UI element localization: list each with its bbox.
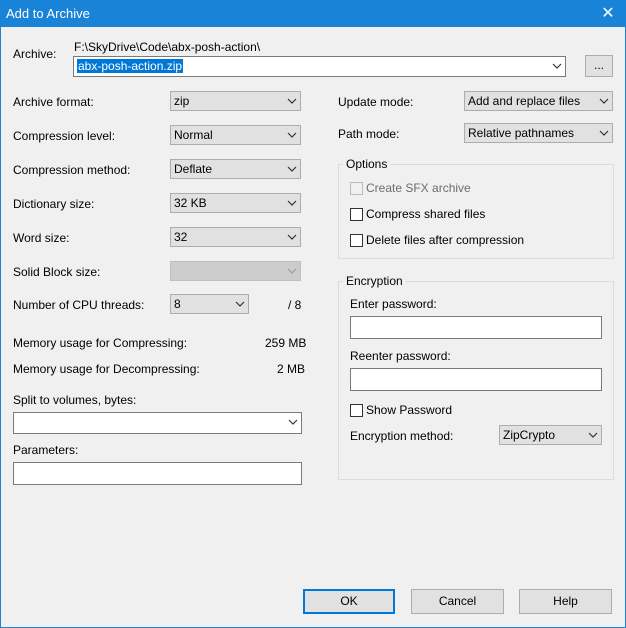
close-icon[interactable]: ✕ [591, 1, 625, 27]
cpu-threads-label: Number of CPU threads: [13, 298, 145, 312]
word-size-label: Word size: [13, 231, 70, 245]
options-title: Options [343, 157, 391, 171]
path-mode-label: Path mode: [338, 127, 400, 141]
cpu-threads-max: / 8 [288, 298, 302, 312]
archive-filename: abx-posh-action.zip [77, 59, 184, 73]
compress-shared-label: Compress shared files [366, 207, 486, 221]
archive-format-label: Archive format: [13, 95, 94, 109]
chevron-down-icon [287, 166, 297, 172]
encryption-method-select[interactable]: ZipCrypto [499, 425, 602, 445]
chevron-down-icon [552, 63, 562, 69]
compression-method-label: Compression method: [13, 163, 131, 177]
archive-format-select[interactable]: zip [170, 91, 301, 111]
mem-compress-label: Memory usage for Compressing: [13, 336, 188, 350]
solid-block-label: Solid Block size: [13, 265, 101, 279]
chevron-down-icon [287, 268, 297, 274]
browse-button[interactable]: ... [585, 55, 613, 77]
mem-compress-value: 259 MB [265, 336, 307, 350]
compression-level-label: Compression level: [13, 129, 116, 143]
show-password-label: Show Password [366, 403, 453, 417]
enter-password-label: Enter password: [350, 297, 437, 311]
split-volumes-label: Split to volumes, bytes: [13, 393, 137, 407]
solid-block-select [170, 261, 301, 281]
archive-path: F:\SkyDrive\Code\abx-posh-action\ [74, 40, 261, 54]
chevron-down-icon [235, 301, 245, 307]
cancel-button[interactable]: Cancel [411, 589, 504, 614]
chevron-down-icon [287, 200, 297, 206]
dictionary-size-select[interactable]: 32 KB [170, 193, 301, 213]
delete-after-checkbox[interactable] [350, 234, 363, 247]
mem-decompress-label: Memory usage for Decompressing: [13, 362, 200, 376]
archive-format-value: zip [174, 94, 190, 108]
compress-shared-checkbox[interactable] [350, 208, 363, 221]
cpu-threads-value: 8 [174, 297, 181, 311]
update-mode-label: Update mode: [338, 95, 414, 109]
word-size-select[interactable]: 32 [170, 227, 301, 247]
window-title: Add to Archive [6, 6, 90, 21]
encryption-method-label: Encryption method: [350, 429, 454, 443]
update-mode-value: Add and replace files [468, 94, 581, 108]
encryption-title: Encryption [343, 274, 406, 288]
chevron-down-icon [588, 432, 598, 438]
sfx-checkbox [350, 182, 363, 195]
chevron-down-icon [287, 132, 297, 138]
compression-level-value: Normal [174, 128, 213, 142]
chevron-down-icon [287, 234, 297, 240]
reenter-password-input[interactable] [350, 368, 602, 391]
compression-method-value: Deflate [174, 162, 213, 176]
archive-label: Archive: [13, 47, 57, 61]
encryption-method-value: ZipCrypto [503, 428, 556, 442]
chevron-down-icon [599, 98, 609, 104]
chevron-down-icon [599, 130, 609, 136]
help-button[interactable]: Help [519, 589, 612, 614]
chevron-down-icon [288, 419, 298, 425]
parameters-input[interactable] [13, 462, 302, 485]
path-mode-value: Relative pathnames [468, 126, 575, 140]
reenter-password-label: Reenter password: [350, 349, 451, 363]
title-bar: Add to Archive ✕ [1, 1, 625, 27]
word-size-value: 32 [174, 230, 188, 244]
dictionary-size-label: Dictionary size: [13, 197, 95, 211]
enter-password-input[interactable] [350, 316, 602, 339]
chevron-down-icon [287, 98, 297, 104]
mem-decompress-value: 2 MB [277, 362, 306, 376]
cpu-threads-select[interactable]: 8 [170, 294, 249, 314]
delete-after-label: Delete files after compression [366, 233, 525, 247]
update-mode-select[interactable]: Add and replace files [464, 91, 613, 111]
dictionary-size-value: 32 KB [174, 196, 207, 210]
split-volumes-combo[interactable] [13, 412, 302, 434]
path-mode-select[interactable]: Relative pathnames [464, 123, 613, 143]
add-to-archive-dialog: Add to Archive ✕ Archive: F:\SkyDrive\Co… [0, 0, 626, 628]
compression-level-select[interactable]: Normal [170, 125, 301, 145]
show-password-checkbox[interactable] [350, 404, 363, 417]
parameters-label: Parameters: [13, 443, 79, 457]
compression-method-select[interactable]: Deflate [170, 159, 301, 179]
sfx-label: Create SFX archive [366, 181, 471, 195]
archive-filename-combo[interactable]: abx-posh-action.zip [73, 56, 566, 77]
ok-button[interactable]: OK [303, 589, 395, 614]
